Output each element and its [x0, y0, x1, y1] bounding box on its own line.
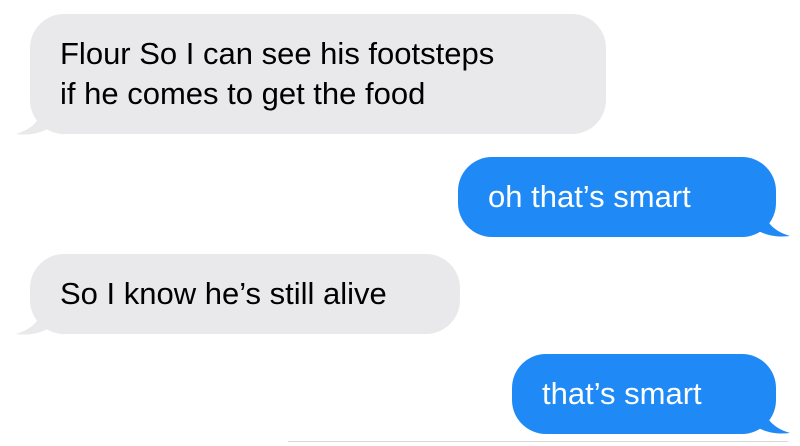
message-text-line: Flour So I can see his footsteps [60, 36, 495, 71]
incoming-message-bubble[interactable]: So I know he’s still alive [30, 254, 460, 334]
message-text-line: if he comes to get the food [60, 76, 426, 111]
incoming-message-bubble[interactable]: Flour So I can see his footsteps if he c… [30, 14, 606, 134]
message-thread: Flour So I can see his footsteps if he c… [0, 0, 800, 446]
message-text-line: So I know he’s still alive [60, 276, 387, 311]
outgoing-message-bubble[interactable]: oh that’s smart [458, 157, 776, 237]
bottom-divider [288, 441, 788, 442]
message-text-line: oh that’s smart [488, 179, 691, 214]
message-text-line: that’s smart [542, 376, 702, 411]
outgoing-message-bubble[interactable]: that’s smart [512, 354, 776, 434]
